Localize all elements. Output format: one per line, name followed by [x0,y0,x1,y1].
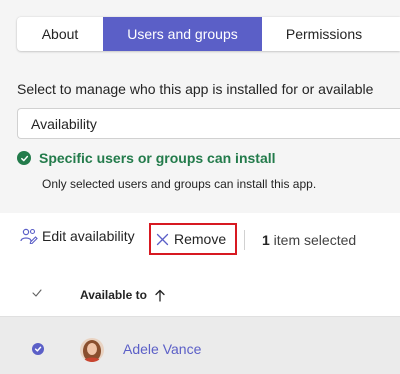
selection-count-number: 1 [262,232,270,248]
column-header-available-to[interactable]: Available to [80,288,165,302]
tab-users-and-groups[interactable]: Users and groups [103,17,262,51]
selection-count-suffix: item selected [269,232,357,248]
avatar [80,338,104,362]
user-name-link[interactable]: Adele Vance [123,341,201,357]
column-header-label: Available to [80,288,147,302]
select-all-check-icon[interactable] [32,285,42,297]
table-header-row: Available to [0,265,400,317]
arrow-up-icon [155,289,165,302]
availability-description: Select to manage who this app is install… [17,81,374,97]
edit-availability-label: Edit availability [42,228,135,244]
close-icon [156,233,169,246]
users-table: Edit availability Remove 1 item selected… [0,213,400,374]
people-edit-icon [20,228,38,244]
row-selected-check-icon[interactable] [32,343,44,355]
checkmark-circle-icon [17,151,31,165]
table-toolbar: Edit availability Remove 1 item selected [0,213,400,265]
remove-label: Remove [174,231,227,247]
remove-button[interactable]: Remove [149,223,237,255]
table-row[interactable]: Adele Vance [0,317,400,374]
toolbar-divider [244,230,245,250]
selection-count: 1 item selected [262,232,356,248]
status-title: Specific users or groups can install [39,150,276,166]
status-subtitle: Only selected users and groups can insta… [42,177,317,191]
availability-dropdown-value: Availability [31,115,97,132]
edit-availability-button[interactable]: Edit availability [20,228,135,244]
tab-bar: About Users and groups Permissions [17,17,400,51]
tab-permissions[interactable]: Permissions [262,17,386,51]
app-availability-page: About Users and groups Permissions Selec… [0,0,400,374]
availability-dropdown[interactable]: Availability [17,108,400,139]
tab-about[interactable]: About [17,17,103,51]
availability-status: Specific users or groups can install [17,150,276,166]
